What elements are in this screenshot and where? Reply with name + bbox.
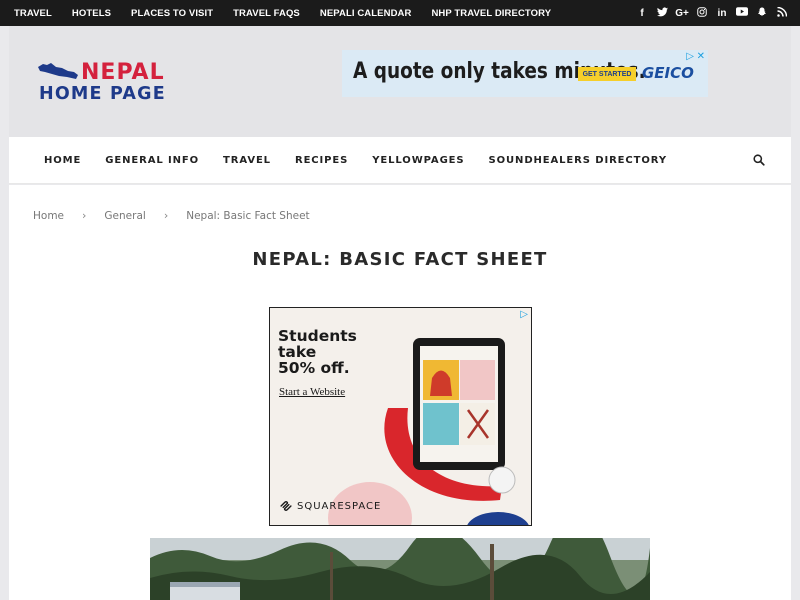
snapchat-icon[interactable] (752, 7, 772, 20)
top-nav-travel[interactable]: TRAVEL (14, 8, 52, 19)
youtube-icon[interactable] (732, 7, 752, 19)
rss-icon[interactable] (772, 6, 792, 20)
chevron-right-icon: › (163, 209, 169, 222)
nav-item-yellowpages[interactable]: YELLOWPAGES (372, 155, 464, 166)
logo-text-nepal: NEPAL (81, 60, 165, 85)
linkedin-icon[interactable]: in (712, 8, 732, 19)
chevron-right-icon: › (82, 209, 87, 222)
top-nav: TRAVEL HOTELS PLACES TO VISIT TRAVEL FAQ… (14, 0, 571, 26)
instagram-icon[interactable] (692, 6, 712, 20)
top-bar: TRAVEL HOTELS PLACES TO VISIT TRAVEL FAQ… (0, 0, 800, 26)
twitter-icon[interactable] (652, 6, 672, 20)
nav-item-travel[interactable]: TRAVEL (223, 155, 271, 166)
breadcrumb-current: Nepal: Basic Fact Sheet (186, 209, 310, 222)
ad-choices-icon[interactable]: ▷ (686, 51, 694, 62)
facebook-icon[interactable]: f (632, 8, 652, 19)
nepal-map-icon (38, 63, 78, 79)
search-icon[interactable] (753, 153, 767, 167)
ad-brand-logo: GEICO (642, 64, 694, 82)
ad-start-website-link[interactable]: Start a Website (279, 386, 345, 398)
site-header: NEPAL HOME PAGE A quote only takes minut… (9, 26, 791, 137)
ad-line-students: Students (278, 327, 357, 345)
breadcrumb: Home › General › Nepal: Basic Fact Sheet (33, 209, 310, 222)
ad-line-take: take (278, 343, 317, 361)
nav-item-soundhealers-directory[interactable]: SOUNDHEALERS DIRECTORY (489, 155, 667, 166)
nav-item-general-info[interactable]: GENERAL INFO (105, 155, 199, 166)
squarespace-brand: SQUARESPACE (279, 500, 381, 512)
top-nav-nepali-calendar[interactable]: NEPALI CALENDAR (320, 8, 412, 19)
squarespace-ad[interactable]: Students take 50% off. Start a Website S… (269, 307, 532, 526)
main-content: Home › General › Nepal: Basic Fact Sheet… (9, 185, 791, 600)
site-logo[interactable]: NEPAL HOME PAGE (37, 60, 187, 106)
nav-item-home[interactable]: HOME (44, 155, 81, 166)
ad-choices-icon[interactable]: ▷ (520, 309, 528, 320)
nav-item-recipes[interactable]: RECIPES (295, 155, 348, 166)
top-nav-hotels[interactable]: HOTELS (72, 8, 111, 19)
squarespace-brand-text: SQUARESPACE (297, 501, 382, 512)
breadcrumb-home[interactable]: Home (33, 210, 64, 222)
main-nav: HOME GENERAL INFO TRAVEL RECIPES YELLOWP… (9, 137, 791, 184)
logo-text-home-page: HOME PAGE (39, 84, 166, 104)
article-hero-image (150, 538, 650, 600)
top-nav-places-to-visit[interactable]: PLACES TO VISIT (131, 8, 213, 19)
page-title: NEPAL: BASIC FACT SHEET (252, 249, 548, 270)
google-plus-icon[interactable]: G+ (672, 8, 692, 19)
top-nav-travel-faqs[interactable]: TRAVEL FAQS (233, 8, 300, 19)
social-links: f G+ in (632, 0, 792, 26)
top-nav-nhp-travel-directory[interactable]: NHP TRAVEL DIRECTORY (431, 8, 551, 19)
breadcrumb-category[interactable]: General (104, 210, 145, 222)
ad-get-started-button[interactable]: GET STARTED (578, 67, 636, 81)
squarespace-logo-icon (280, 501, 292, 511)
ad-headline-block: Students take 50% off. (278, 328, 357, 376)
header-ad-banner[interactable]: A quote only takes minutes. GET STARTED … (342, 50, 708, 97)
ad-line-discount: 50% off. (278, 359, 350, 377)
ad-close-icon[interactable]: ✕ (697, 51, 705, 62)
